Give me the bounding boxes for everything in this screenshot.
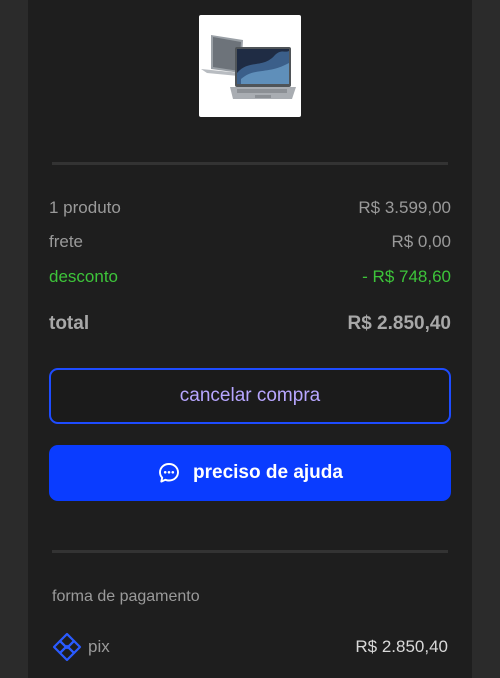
discount-row: desconto - R$ 748,60 (49, 267, 451, 287)
discount-value: - R$ 748,60 (362, 267, 451, 286)
products-label: 1 produto (49, 198, 121, 217)
divider (52, 550, 448, 553)
help-label: preciso de ajuda (193, 462, 343, 483)
discount-label: desconto (49, 267, 118, 286)
products-row: 1 produto R$ 3.599,00 (49, 198, 451, 218)
total-row: total R$ 2.850,40 (49, 313, 451, 335)
cancel-purchase-button[interactable]: cancelar compra (49, 368, 451, 424)
total-value: R$ 2.850,40 (347, 313, 451, 334)
shipping-label: frete (49, 232, 84, 251)
divider (52, 162, 448, 165)
shipping-value: R$ 0,00 (391, 232, 451, 251)
help-button[interactable]: preciso de ajuda (49, 445, 451, 501)
payment-section-label: forma de pagamento (52, 588, 200, 605)
chat-bubble-icon (157, 461, 181, 485)
product-thumbnail[interactable] (199, 15, 301, 117)
payment-method-row: pix R$ 2.850,40 (52, 632, 448, 662)
cancel-purchase-label: cancelar compra (179, 385, 321, 406)
products-value: R$ 3.599,00 (358, 198, 451, 217)
total-label: total (49, 313, 90, 334)
shipping-row: frete R$ 0,00 (49, 232, 451, 252)
laptop-image (201, 35, 296, 99)
payment-amount: R$ 2.850,40 (355, 637, 448, 656)
pix-icon (52, 632, 82, 662)
payment-method-label: pix (88, 637, 110, 656)
